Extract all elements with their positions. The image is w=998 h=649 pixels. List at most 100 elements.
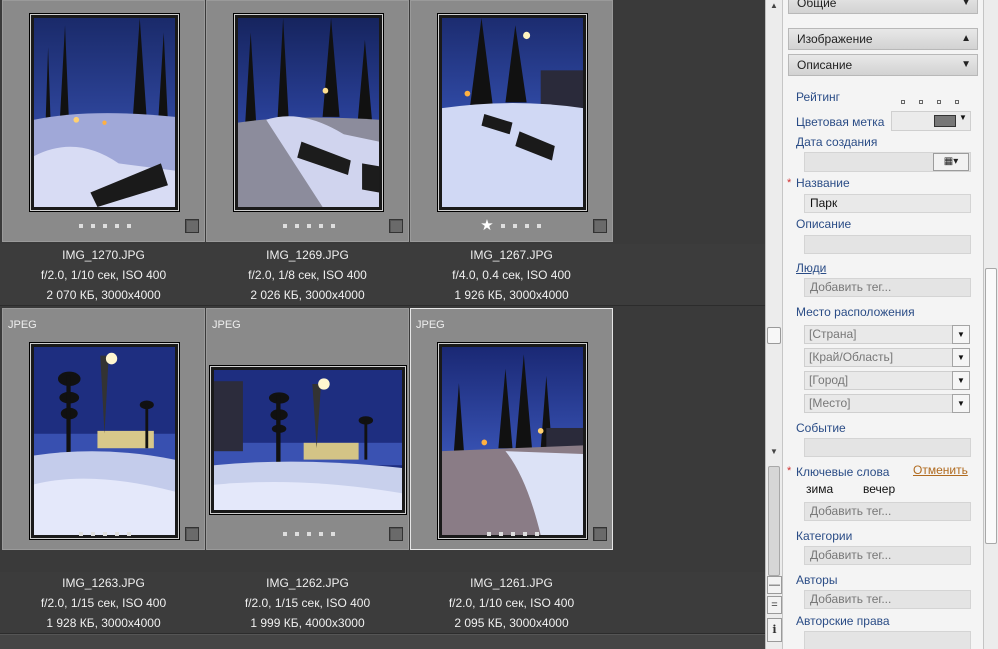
keywords-cancel-link[interactable]: Отменить bbox=[913, 463, 968, 477]
thumbnail-cell[interactable]: ★ IMG_1267.JPG f/4.0, 0.4 сек, ISO 400 1… bbox=[410, 0, 613, 327]
photo-frame[interactable] bbox=[29, 342, 180, 540]
description-field[interactable] bbox=[804, 235, 971, 254]
thumbnail-card[interactable]: ★ bbox=[410, 0, 613, 242]
thumbnail-cell[interactable]: JPEG IMG_1262.JPG f/2.0, 1/15 сек, ISO 4… bbox=[206, 308, 409, 635]
file-name: IMG_1263.JPG bbox=[62, 576, 145, 590]
photo-frame[interactable] bbox=[209, 365, 407, 515]
select-checkbox[interactable] bbox=[185, 219, 199, 233]
keywords-tag-input[interactable]: Добавить тег... bbox=[804, 502, 971, 521]
scroll-up-arrow-icon[interactable]: ▲ bbox=[770, 1, 778, 10]
select-checkbox[interactable] bbox=[389, 219, 403, 233]
copyright-field[interactable] bbox=[804, 631, 971, 649]
date-created-field[interactable]: ▦▾ bbox=[804, 152, 971, 172]
authors-tag-input[interactable]: Добавить тег... bbox=[804, 590, 971, 609]
zoom-slider-area[interactable]: — = i bbox=[766, 462, 783, 649]
select-checkbox[interactable] bbox=[389, 527, 403, 541]
gallery-scrollbar[interactable]: ▲ ▼ — = i bbox=[765, 0, 783, 649]
photo-thumbnail bbox=[214, 370, 402, 510]
rating-dots[interactable] bbox=[3, 526, 206, 540]
dropdown-arrow-icon[interactable]: ▼ bbox=[952, 348, 970, 367]
keyword-tag[interactable]: зима bbox=[806, 482, 833, 496]
thumbnail-cell[interactable]: IMG_1269.JPG f/2.0, 1/8 сек, ISO 400 2 0… bbox=[206, 0, 409, 327]
event-field[interactable] bbox=[804, 438, 971, 457]
calendar-icon[interactable]: ▦▾ bbox=[933, 153, 969, 171]
section-image[interactable]: Изображение ▲ bbox=[788, 28, 978, 50]
section-general[interactable]: Общие ▼ bbox=[788, 0, 978, 14]
color-label-picker[interactable]: ▼ bbox=[891, 111, 971, 131]
exposure-info: f/4.0, 0.4 сек, ISO 400 bbox=[452, 268, 571, 282]
file-name: IMG_1267.JPG bbox=[470, 248, 553, 262]
region-dropdown[interactable]: [Край/Область] ▼ bbox=[804, 348, 970, 367]
country-dropdown[interactable]: [Страна] ▼ bbox=[804, 325, 970, 344]
select-checkbox[interactable] bbox=[593, 527, 607, 541]
format-label: JPEG bbox=[416, 319, 445, 331]
thumbnail-cell[interactable]: IMG_1270.JPG f/2.0, 1/10 сек, ISO 400 2 … bbox=[2, 0, 205, 327]
keyword-tag[interactable]: вечер bbox=[863, 482, 895, 496]
size-info: 1 928 КБ, 3000x4000 bbox=[46, 616, 161, 630]
info-button[interactable]: i bbox=[767, 618, 782, 642]
thumbnail-cell[interactable]: JPEG IMG_1261.JPG f/2.0, 1/10 сек, ISO 4… bbox=[410, 308, 613, 635]
people-label[interactable]: Люди bbox=[796, 261, 826, 275]
color-label-label: Цветовая метка bbox=[796, 115, 885, 129]
select-checkbox[interactable] bbox=[593, 219, 607, 233]
categories-tag-input[interactable]: Добавить тег... bbox=[804, 546, 971, 565]
scrollbar-thumb[interactable] bbox=[767, 327, 781, 344]
panel-scrollbar-thumb[interactable] bbox=[985, 268, 997, 544]
file-name: IMG_1269.JPG bbox=[266, 248, 349, 262]
photo-frame[interactable] bbox=[437, 342, 588, 540]
compact-view-button[interactable]: = bbox=[767, 596, 782, 614]
rating-dots[interactable] bbox=[3, 218, 206, 232]
exposure-info: f/2.0, 1/10 сек, ISO 400 bbox=[448, 596, 575, 610]
file-name: IMG_1262.JPG bbox=[266, 576, 349, 590]
description-label: Описание bbox=[796, 217, 852, 231]
format-label: JPEG bbox=[212, 319, 241, 331]
photo-thumbnail bbox=[34, 347, 175, 535]
thumbnail-card-selected[interactable]: JPEG bbox=[410, 308, 613, 550]
rating-dots[interactable] bbox=[207, 526, 410, 540]
photo-frame[interactable] bbox=[29, 13, 180, 212]
gallery-bottom-bar bbox=[0, 634, 765, 649]
dropdown-value: [Место] bbox=[809, 396, 851, 410]
dropdown-value: [Край/Область] bbox=[809, 350, 894, 364]
select-checkbox[interactable] bbox=[185, 527, 199, 541]
rating-control[interactable] bbox=[901, 93, 973, 107]
title-label: Название bbox=[796, 176, 850, 190]
color-swatch bbox=[934, 115, 956, 127]
categories-label: Категории bbox=[796, 529, 853, 543]
dropdown-value: [Город] bbox=[809, 373, 849, 387]
photo-frame[interactable] bbox=[437, 13, 588, 212]
section-title: Описание bbox=[797, 58, 853, 72]
people-tag-input[interactable]: Добавить тег... bbox=[804, 278, 971, 297]
star-icon[interactable]: ★ bbox=[480, 218, 493, 233]
exposure-info: f/2.0, 1/15 сек, ISO 400 bbox=[244, 596, 371, 610]
rating-dots[interactable] bbox=[207, 218, 410, 232]
city-dropdown[interactable]: [Город] ▼ bbox=[804, 371, 970, 390]
photo-frame[interactable] bbox=[233, 13, 384, 212]
thumbnail-gallery[interactable]: IMG_1270.JPG f/2.0, 1/10 сек, ISO 400 2 … bbox=[0, 0, 765, 649]
section-description[interactable]: Описание ▼ bbox=[788, 54, 978, 76]
dropdown-arrow-icon[interactable]: ▼ bbox=[952, 325, 970, 344]
collapse-button[interactable]: — bbox=[767, 576, 782, 594]
dropdown-arrow-icon[interactable]: ▼ bbox=[952, 394, 970, 413]
chevron-up-icon: ▲ bbox=[961, 33, 971, 44]
size-info: 2 070 КБ, 3000x4000 bbox=[46, 288, 161, 302]
scroll-down-arrow-icon[interactable]: ▼ bbox=[770, 447, 778, 456]
size-info: 1 999 КБ, 4000x3000 bbox=[250, 616, 365, 630]
dropdown-arrow-icon[interactable]: ▼ bbox=[952, 371, 970, 390]
photo-thumbnail bbox=[238, 18, 379, 207]
exposure-info: f/2.0, 1/15 сек, ISO 400 bbox=[40, 596, 167, 610]
exposure-info: f/2.0, 1/8 сек, ISO 400 bbox=[248, 268, 367, 282]
zoom-slider-grip[interactable] bbox=[768, 466, 780, 576]
thumbnail-card[interactable] bbox=[2, 0, 205, 242]
place-dropdown[interactable]: [Место] ▼ bbox=[804, 394, 970, 413]
thumbnail-card[interactable] bbox=[206, 0, 409, 242]
thumbnail-card[interactable]: JPEG bbox=[206, 308, 409, 550]
rating-dots[interactable] bbox=[411, 526, 614, 540]
rating-dots[interactable]: ★ bbox=[411, 218, 614, 233]
thumbnail-card[interactable]: JPEG bbox=[2, 308, 205, 550]
file-name: IMG_1261.JPG bbox=[470, 576, 553, 590]
thumbnail-cell[interactable]: JPEG IMG_1263.JPG f/2.0, 1/15 сек, ISO 4… bbox=[2, 308, 205, 635]
title-field[interactable]: Парк bbox=[804, 194, 971, 213]
size-info: 2 095 КБ, 3000x4000 bbox=[454, 616, 569, 630]
required-mark: * bbox=[787, 177, 792, 189]
